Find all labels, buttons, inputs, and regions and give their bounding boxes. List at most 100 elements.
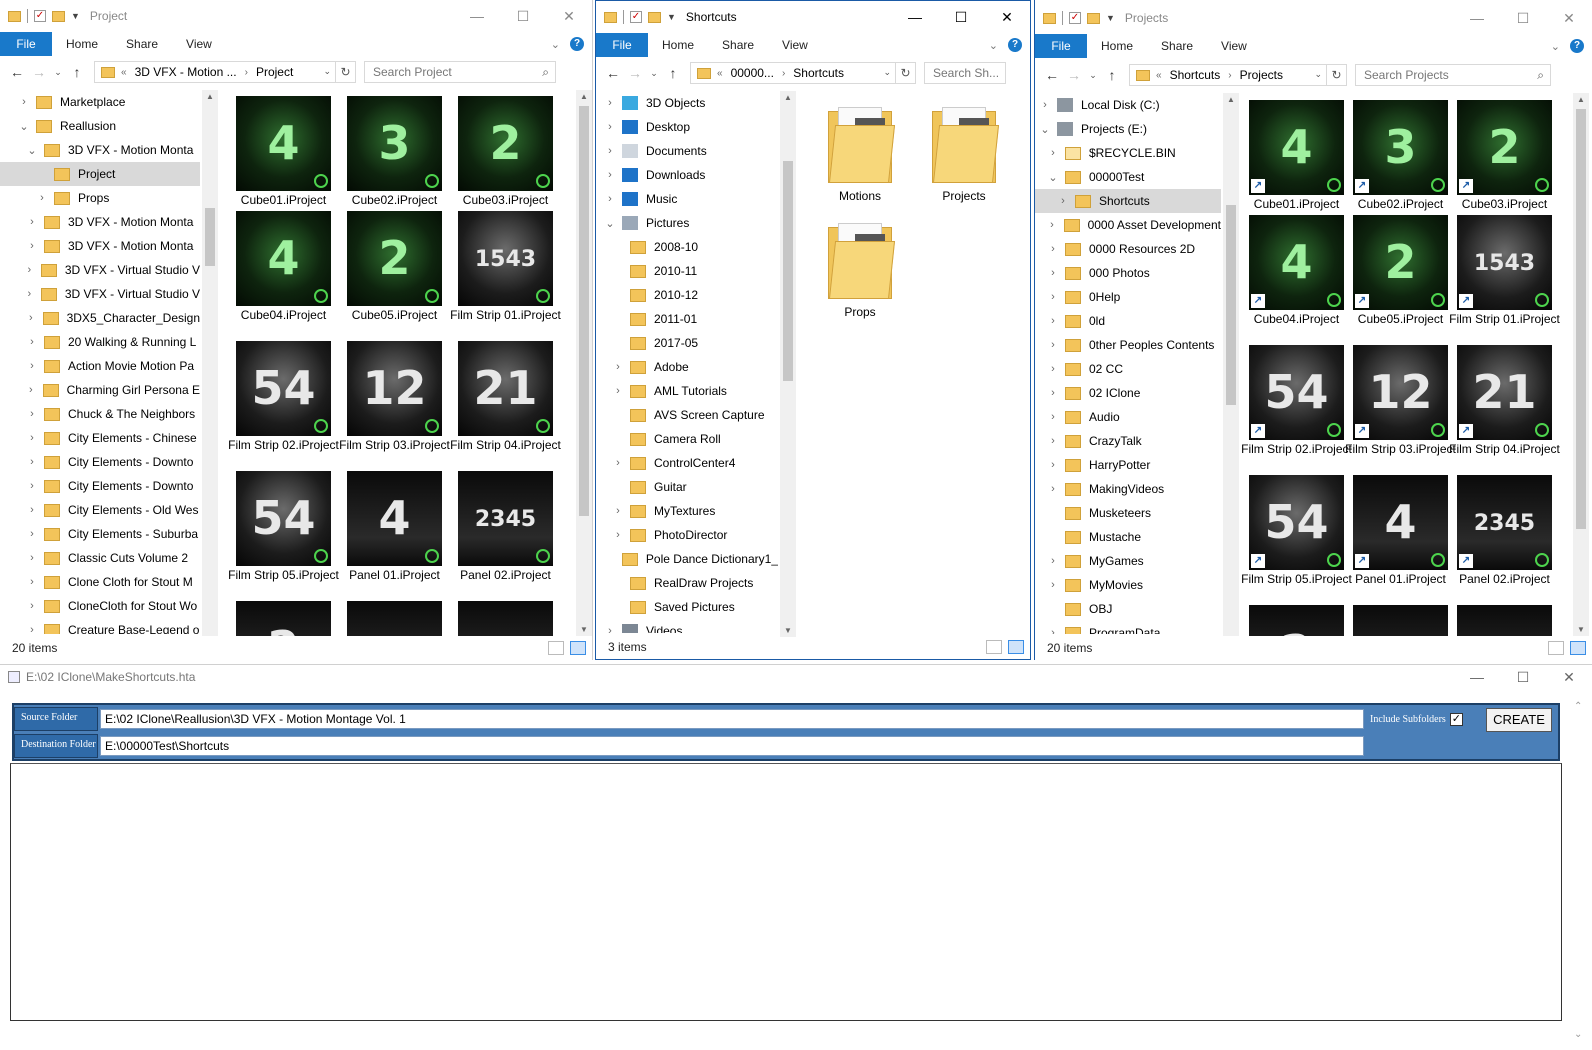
search-input[interactable]: Search Projects ⌕: [1355, 64, 1551, 86]
recent-locations-icon[interactable]: ⌄: [50, 67, 66, 78]
maximize-button[interactable]: ☐: [938, 1, 984, 33]
minimize-button[interactable]: —: [892, 1, 938, 33]
file-tile[interactable]: 54 Film Strip 02.iProject: [228, 341, 339, 453]
chevron-right-icon[interactable]: ›: [604, 169, 616, 181]
scrollbar-thumb[interactable]: [1576, 109, 1586, 529]
file-tile[interactable]: 3 Cube02.iProject: [339, 96, 450, 208]
nav-item[interactable]: AVS Screen Capture: [596, 403, 778, 427]
source-folder-input[interactable]: E:\02 IClone\Reallusion\3D VFX - Motion …: [100, 709, 1364, 729]
nav-item[interactable]: › 3D VFX - Motion Monta: [0, 210, 200, 234]
overflow-icon[interactable]: «: [121, 67, 127, 78]
nav-item[interactable]: › CrazyTalk: [1035, 429, 1221, 453]
chevron-right-icon[interactable]: ›: [25, 312, 37, 324]
large-icons-view-icon[interactable]: [570, 641, 586, 655]
nav-item[interactable]: Musketeers: [1035, 501, 1221, 525]
back-icon[interactable]: ←: [602, 65, 624, 81]
chevron-right-icon[interactable]: ›: [1046, 219, 1057, 231]
new-folder-icon[interactable]: [52, 10, 65, 22]
details-view-icon[interactable]: [986, 640, 1002, 654]
nav-item[interactable]: › City Elements - Old Wes: [0, 498, 200, 522]
nav-item[interactable]: › City Elements - Suburba: [0, 522, 200, 546]
nav-item[interactable]: › 0ther Peoples Contents: [1035, 333, 1221, 357]
chevron-right-icon[interactable]: ›: [26, 432, 38, 444]
nav-item[interactable]: › CloneCloth for Stout Wo: [0, 594, 200, 618]
file-tile[interactable]: [450, 601, 561, 636]
chevron-right-icon[interactable]: ›: [1047, 291, 1059, 303]
nav-item[interactable]: › MyTextures: [596, 499, 778, 523]
nav-item[interactable]: › HarryPotter: [1035, 453, 1221, 477]
scrollbar-thumb[interactable]: [579, 106, 589, 516]
chevron-right-icon[interactable]: ›: [36, 192, 48, 204]
nav-item[interactable]: ⌄ 3D VFX - Motion Monta: [0, 138, 200, 162]
file-tile[interactable]: [1345, 605, 1456, 636]
file-tile[interactable]: 2 ↗ Cube05.iProject: [1345, 215, 1456, 327]
scroll-up-icon[interactable]: ▲: [202, 92, 218, 101]
chevron-right-icon[interactable]: ›: [612, 505, 624, 517]
chevron-right-icon[interactable]: ›: [612, 457, 624, 469]
overflow-icon[interactable]: «: [717, 68, 723, 79]
nav-item[interactable]: › MyGames: [1035, 549, 1221, 573]
tab-file[interactable]: File: [1035, 34, 1087, 58]
close-button[interactable]: ✕: [546, 0, 592, 32]
scroll-up-icon[interactable]: ▲: [1223, 95, 1239, 104]
file-tile[interactable]: 2345 ↗ Panel 02.iProject: [1449, 475, 1560, 587]
file-tile[interactable]: 2: [228, 601, 339, 636]
nav-item[interactable]: › MyMovies: [1035, 573, 1221, 597]
file-tile[interactable]: 12 Film Strip 03.iProject: [339, 341, 450, 453]
scroll-down-icon[interactable]: ⌄: [1574, 1029, 1582, 1040]
nav-item[interactable]: › Marketplace: [0, 90, 200, 114]
chevron-right-icon[interactable]: ›: [1047, 579, 1059, 591]
chevron-right-icon[interactable]: ›: [1047, 411, 1059, 423]
chevron-down-icon[interactable]: ⌄: [883, 67, 891, 78]
nav-item[interactable]: › 3D VFX - Motion Monta: [0, 234, 200, 258]
file-tile[interactable]: 4 Panel 01.iProject: [339, 471, 450, 583]
nav-item[interactable]: Camera Roll: [596, 427, 778, 451]
nav-item[interactable]: 2010-11: [596, 259, 778, 283]
file-tile[interactable]: 2345 Panel 02.iProject: [450, 471, 561, 583]
details-view-icon[interactable]: [548, 641, 564, 655]
nav-item[interactable]: › 0Help: [1035, 285, 1221, 309]
file-tile[interactable]: [1449, 605, 1560, 636]
file-tile[interactable]: 21 ↗ Film Strip 04.iProject: [1449, 345, 1560, 457]
chevron-right-icon[interactable]: ›: [612, 385, 624, 397]
chevron-down-icon[interactable]: ⌄: [26, 144, 38, 157]
nav-item[interactable]: › City Elements - Downto: [0, 450, 200, 474]
overflow-icon[interactable]: «: [1156, 70, 1162, 81]
tab-file[interactable]: File: [596, 33, 648, 57]
nav-item[interactable]: ⌄ Reallusion: [0, 114, 200, 138]
chevron-down-icon[interactable]: ⌄: [1039, 123, 1051, 136]
chevron-right-icon[interactable]: ›: [1047, 267, 1059, 279]
nav-item[interactable]: ⌄ 00000Test: [1035, 165, 1221, 189]
chevron-right-icon[interactable]: ›: [604, 625, 616, 633]
nav-item[interactable]: 2008-10: [596, 235, 778, 259]
chevron-right-icon[interactable]: ›: [1047, 387, 1059, 399]
chevron-down-icon[interactable]: ⌄: [18, 120, 30, 133]
nav-item[interactable]: › PhotoDirector: [596, 523, 778, 547]
tab-view[interactable]: View: [1207, 39, 1261, 53]
nav-item[interactable]: › AML Tutorials: [596, 379, 778, 403]
output-area[interactable]: [10, 763, 1562, 1021]
nav-item[interactable]: › $RECYCLE.BIN: [1035, 141, 1221, 165]
chevron-right-icon[interactable]: ›: [1228, 70, 1231, 81]
chevron-right-icon[interactable]: ›: [1047, 435, 1059, 447]
chevron-right-icon[interactable]: ›: [1047, 147, 1059, 159]
folder-item[interactable]: Motions: [808, 105, 912, 203]
nav-item[interactable]: › Clone Cloth for Stout M: [0, 570, 200, 594]
nav-item[interactable]: › 0ld: [1035, 309, 1221, 333]
chevron-right-icon[interactable]: ›: [26, 480, 38, 492]
nav-item[interactable]: › Adobe: [596, 355, 778, 379]
nav-item[interactable]: › Props: [0, 186, 200, 210]
nav-item[interactable]: › Shortcuts: [1035, 189, 1221, 213]
file-tile[interactable]: 2: [1241, 605, 1352, 636]
close-button[interactable]: ✕: [1546, 2, 1592, 34]
scroll-up-icon[interactable]: ⌃: [1574, 701, 1582, 712]
search-input[interactable]: Search Project ⌕: [364, 61, 556, 83]
include-subfolders-checkbox[interactable]: Include Subfolders ✓: [1370, 712, 1463, 726]
nav-item[interactable]: ⌄ Projects (E:): [1035, 117, 1221, 141]
file-tile[interactable]: [339, 601, 450, 636]
new-folder-icon[interactable]: [648, 11, 661, 23]
destination-folder-input[interactable]: E:\00000Test\Shortcuts: [100, 736, 1364, 756]
chevron-right-icon[interactable]: ›: [1047, 459, 1059, 471]
folder-item[interactable]: Projects: [912, 105, 1016, 203]
nav-item[interactable]: ⌄ Pictures: [596, 211, 778, 235]
